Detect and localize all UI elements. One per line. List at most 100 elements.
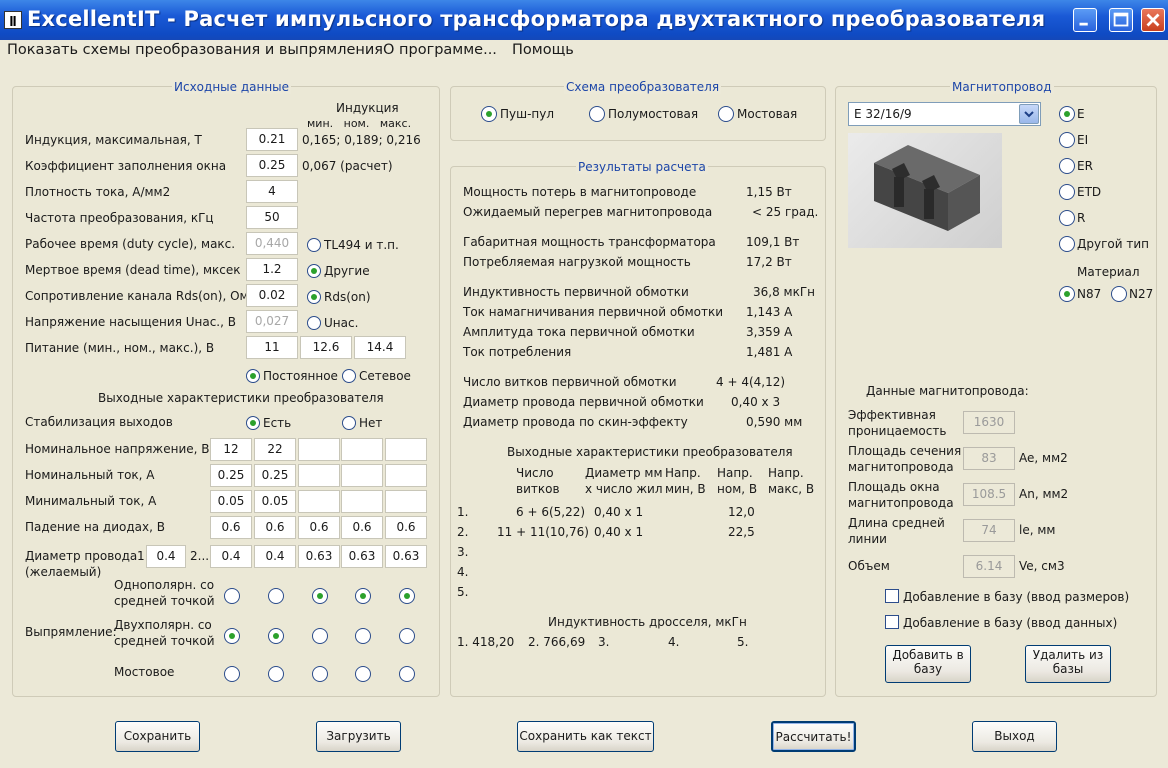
output-value-input[interactable]: 0.05 xyxy=(210,490,252,513)
rect-type-radio[interactable] xyxy=(268,588,284,604)
core-select[interactable]: E 32/16/9 xyxy=(848,102,1041,126)
material-n87-radio[interactable] xyxy=(1059,286,1075,302)
scheme-pushpull-radio[interactable] xyxy=(481,106,497,122)
core-param-input[interactable]: 74 xyxy=(963,519,1015,542)
driver-radio[interactable] xyxy=(307,238,321,252)
input-field[interactable]: 0.25 xyxy=(246,154,298,177)
output-value-input[interactable] xyxy=(385,464,427,487)
exit-button[interactable]: Выход xyxy=(972,721,1057,752)
output-label: Падение на диодах, В xyxy=(25,520,165,534)
wire-dia-input[interactable]: 0.4 xyxy=(146,545,186,568)
wire-dia-input[interactable]: 0.63 xyxy=(341,545,383,568)
rect-type-radio[interactable] xyxy=(399,666,415,682)
output-value-input[interactable] xyxy=(385,438,427,461)
output-value-input[interactable]: 22 xyxy=(254,438,296,461)
core-param-input[interactable]: 1630 xyxy=(963,411,1015,434)
save-button[interactable]: Сохранить xyxy=(115,721,200,752)
wire-dia-input[interactable]: 0.4 xyxy=(254,545,296,568)
output-value-input[interactable] xyxy=(298,464,340,487)
output-value-input[interactable]: 0.05 xyxy=(254,490,296,513)
menu-show-schemes[interactable]: Показать схемы преобразования и выпрямле… xyxy=(7,42,383,58)
scheme-halfbridge-radio[interactable] xyxy=(589,106,605,122)
rect-type-radio[interactable] xyxy=(312,628,328,644)
rect-type-radio[interactable] xyxy=(224,628,240,644)
input-field[interactable]: 0,027 xyxy=(246,310,298,333)
wire-dia-input[interactable]: 0.63 xyxy=(298,545,340,568)
output-value-input[interactable] xyxy=(341,438,383,461)
remove-from-db-button[interactable]: Удалить из базы xyxy=(1025,645,1111,683)
add-db-data-checkbox[interactable] xyxy=(885,615,899,629)
rect-type-radio[interactable] xyxy=(224,588,240,604)
rect-type-radio[interactable] xyxy=(355,666,371,682)
supply-dc-radio[interactable] xyxy=(246,369,260,383)
supply-voltage-input[interactable]: 11 xyxy=(246,336,298,359)
close-button[interactable] xyxy=(1141,8,1165,32)
add-to-db-button[interactable]: Добавить в базу xyxy=(885,645,971,683)
output-value-input[interactable]: 0.6 xyxy=(341,516,383,539)
output-value-input[interactable]: 12 xyxy=(210,438,252,461)
core-type-radio[interactable] xyxy=(1059,158,1075,174)
result-label: Габаритная мощность трансформатора xyxy=(463,235,716,249)
output-value-input[interactable]: 0.25 xyxy=(254,464,296,487)
core-type-radio[interactable] xyxy=(1059,236,1075,252)
maximize-button[interactable] xyxy=(1109,8,1133,32)
core-type-radio[interactable] xyxy=(1059,106,1075,122)
output-value-input[interactable] xyxy=(341,490,383,513)
rect-type-radio[interactable] xyxy=(312,588,328,604)
input-field[interactable]: 50 xyxy=(246,206,298,229)
output-value-input[interactable]: 0.6 xyxy=(385,516,427,539)
input-label: Сопротивление канала Rds(on), Ом xyxy=(25,289,249,303)
core-type-radio[interactable] xyxy=(1059,132,1075,148)
result-label: Потребляемая нагрузкой мощность xyxy=(463,255,691,269)
core-param-input[interactable]: 108.5 xyxy=(963,483,1015,506)
core-type-radio[interactable] xyxy=(1059,184,1075,200)
input-field[interactable]: 0.02 xyxy=(246,284,298,307)
rect-type-radio[interactable] xyxy=(268,666,284,682)
driver-radio[interactable] xyxy=(307,316,321,330)
add-db-dims-checkbox[interactable] xyxy=(885,589,899,603)
result-col-header: Напр. xyxy=(665,466,701,480)
core-param-input[interactable]: 6.14 xyxy=(963,555,1015,578)
rect-type-radio[interactable] xyxy=(355,628,371,644)
rect-type-radio[interactable] xyxy=(399,588,415,604)
rect-type-radio[interactable] xyxy=(399,628,415,644)
core-param-input[interactable]: 83 xyxy=(963,447,1015,470)
menu-help[interactable]: Помощь xyxy=(512,42,574,58)
calculate-button[interactable]: Рассчитать! xyxy=(771,721,856,752)
output-value-input[interactable]: 0.25 xyxy=(210,464,252,487)
output-value-input[interactable]: 0.6 xyxy=(254,516,296,539)
output-value-input[interactable] xyxy=(298,490,340,513)
output-value-input[interactable] xyxy=(341,464,383,487)
rect-type-radio[interactable] xyxy=(355,588,371,604)
rect-type-radio[interactable] xyxy=(312,666,328,682)
supply-voltage-input[interactable]: 12.6 xyxy=(300,336,352,359)
scheme-bridge-radio[interactable] xyxy=(718,106,734,122)
result-value: 36,8 мкГн xyxy=(753,285,815,299)
supply-ac-radio[interactable] xyxy=(342,369,356,383)
driver-radio[interactable] xyxy=(307,290,321,304)
supply-voltage-input[interactable]: 14.4 xyxy=(354,336,406,359)
output-value-input[interactable] xyxy=(385,490,427,513)
driver-radio[interactable] xyxy=(307,264,321,278)
input-field[interactable]: 0.21 xyxy=(246,128,298,151)
load-button[interactable]: Загрузить xyxy=(316,721,401,752)
output-value-input[interactable]: 0.6 xyxy=(298,516,340,539)
input-field[interactable]: 0,440 xyxy=(246,232,298,255)
output-value-input[interactable] xyxy=(298,438,340,461)
wire-dia-input[interactable]: 0.4 xyxy=(210,545,252,568)
output-label: Номинальное напряжение, В xyxy=(25,442,210,456)
save-as-text-button[interactable]: Сохранить как текст xyxy=(517,721,654,752)
stab-no-radio[interactable] xyxy=(342,416,356,430)
input-field[interactable]: 1.2 xyxy=(246,258,298,281)
chevron-down-icon[interactable] xyxy=(1019,104,1039,124)
stab-yes-radio[interactable] xyxy=(246,416,260,430)
wire-dia-input[interactable]: 0.63 xyxy=(385,545,427,568)
minimize-button[interactable] xyxy=(1073,8,1097,32)
rect-type-radio[interactable] xyxy=(268,628,284,644)
input-field[interactable]: 4 xyxy=(246,180,298,203)
menu-about[interactable]: О программе... xyxy=(383,42,497,58)
rect-type-radio[interactable] xyxy=(224,666,240,682)
material-n27-radio[interactable] xyxy=(1111,286,1127,302)
output-value-input[interactable]: 0.6 xyxy=(210,516,252,539)
core-type-radio[interactable] xyxy=(1059,210,1075,226)
